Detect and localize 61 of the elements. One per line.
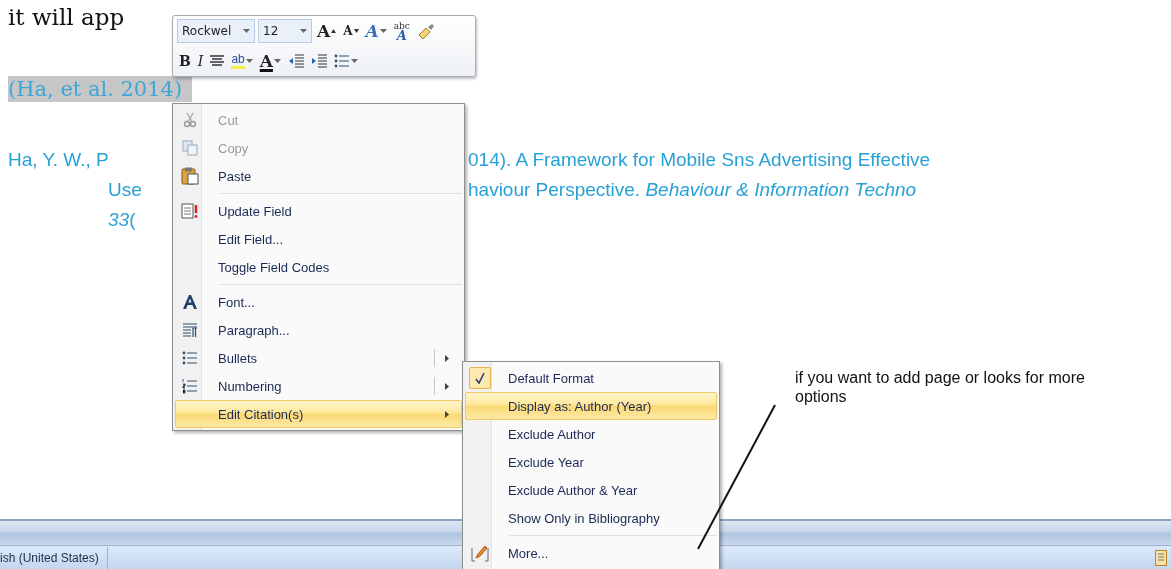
menu-item[interactable]: More... [465, 539, 717, 567]
change-case-button[interactable]: abc A [391, 20, 412, 43]
font-name-field[interactable]: Rockwel [177, 19, 255, 44]
reference-text: Ha, Y. W., P [8, 148, 109, 172]
font-color-button[interactable]: A [257, 49, 283, 72]
language-status[interactable]: ish (United States) [0, 546, 108, 569]
reference-text: haviour Perspective. Behaviour & Information Techno [468, 178, 917, 202]
grow-font-button[interactable]: A [315, 20, 339, 43]
menu-item[interactable]: Update Field [175, 197, 462, 225]
styles-button[interactable]: A [363, 20, 389, 43]
menu-item[interactable]: Edit Citation(s) [175, 400, 462, 428]
body-text: it will app [8, 3, 125, 32]
menu-item[interactable]: Toggle Field Codes [175, 253, 462, 281]
bullet-list-icon [333, 52, 350, 69]
menu-item[interactable]: Show Only in Bibliography [465, 504, 717, 532]
menu-item[interactable]: Font... [175, 288, 462, 316]
copy-icon [182, 140, 198, 156]
menu-item[interactable]: Paragraph... [175, 316, 462, 344]
caret-icon [350, 58, 358, 63]
highlight-button[interactable]: ab [229, 49, 255, 72]
align-center-icon [210, 54, 225, 67]
annotation-text: if you want to add page or looks for more options [795, 368, 1086, 406]
menu-item[interactable]: Display as: Author (Year) [465, 392, 717, 420]
caret-icon [300, 29, 307, 34]
pencil-icon [471, 544, 489, 562]
paintbrush-icon [416, 23, 435, 40]
view-icon [1155, 549, 1167, 566]
menu-item[interactable]: Paste [175, 162, 462, 190]
menu-item[interactable]: Exclude Author [465, 420, 717, 448]
document-alert-icon [181, 203, 199, 219]
reference-text: Use [108, 178, 142, 202]
increase-indent-icon [310, 53, 327, 68]
menu-item[interactable]: Bullets [175, 344, 462, 372]
menu-item[interactable]: Exclude Year [465, 448, 717, 476]
menu-item[interactable]: Default Format [465, 364, 717, 392]
decrease-indent-icon [287, 53, 304, 68]
submenu-arrow-icon [445, 382, 449, 390]
menu-item[interactable]: Edit Field... [175, 225, 462, 253]
shrink-arrow-icon [353, 29, 359, 34]
clipboard-icon [181, 167, 199, 185]
bold-button[interactable]: B [177, 49, 193, 72]
menu-item[interactable]: Exclude Author & Year [465, 476, 717, 504]
caret-icon [273, 58, 281, 63]
caret-icon [245, 58, 253, 63]
italic-button[interactable]: I [195, 49, 206, 72]
bullet-list-icon [182, 350, 198, 366]
font-icon [182, 294, 198, 310]
scissors-icon [182, 112, 198, 128]
numbered-list-icon [182, 378, 198, 394]
paragraph-icon [182, 322, 198, 338]
caret-icon [243, 29, 250, 34]
font-size-field[interactable]: 12 [258, 19, 312, 44]
shrink-font-button[interactable]: A [341, 20, 361, 43]
submenu-arrow-icon [445, 354, 449, 362]
reference-text: 014). A Framework for Mobile Sns Advertising Effective [468, 148, 931, 172]
reference-text: 33( [108, 208, 136, 232]
caret-icon [379, 29, 387, 34]
grow-arrow-icon [331, 29, 337, 34]
menu-item[interactable]: Numbering [175, 372, 462, 400]
submenu-arrow-icon [445, 410, 449, 418]
citation-text: (Ha, et al. 2014) [8, 76, 193, 102]
